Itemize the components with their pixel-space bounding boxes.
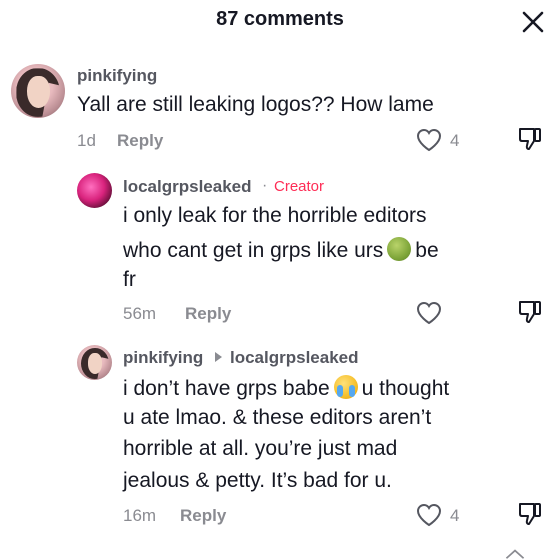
avatar[interactable]: [77, 173, 112, 208]
comment-text-line: fr: [123, 268, 136, 291]
dislike-icon[interactable]: [517, 126, 543, 152]
comments-header: 87 comments: [0, 0, 560, 42]
separator-dot: ·: [262, 177, 268, 194]
comment-timestamp: 56m: [123, 304, 157, 323]
crying-face-icon: [333, 375, 358, 399]
creator-badge: Creator: [274, 178, 325, 195]
reply-button[interactable]: Reply: [185, 304, 231, 324]
heart-icon[interactable]: [416, 128, 442, 152]
heart-icon[interactable]: [416, 301, 442, 325]
like-count: 4: [450, 506, 460, 525]
avatar[interactable]: [11, 64, 65, 118]
comment-text-line: i only leak for the horrible editors: [123, 204, 427, 227]
chevron-up-icon[interactable]: [502, 548, 528, 560]
reply-button[interactable]: Reply: [180, 506, 226, 526]
comment-username[interactable]: pinkifying: [123, 348, 203, 368]
dislike-icon[interactable]: [517, 501, 543, 527]
nauseated-face-icon: [387, 237, 412, 261]
comment-username[interactable]: localgrpsleaked: [123, 177, 252, 197]
comments-count-title: 87 comments: [216, 8, 344, 30]
comment-text-line: horrible at all. you’re just mad: [123, 437, 398, 460]
comment-text-line: u ate lmao. & these editors aren’t: [123, 406, 432, 429]
comment-text-line: who cant get in grps like urs be: [123, 237, 439, 262]
close-icon[interactable]: [520, 9, 546, 35]
comment-text-line: i don’t have grps babe u thought: [123, 375, 450, 400]
comment-username[interactable]: pinkifying: [77, 66, 157, 86]
comment-text-line: jealous & petty. It’s bad for u.: [123, 469, 392, 492]
reply-arrow-icon: [215, 352, 222, 362]
comment-timestamp: 1d: [77, 131, 96, 150]
heart-icon[interactable]: [416, 503, 442, 527]
comment-timestamp: 16m: [123, 506, 157, 525]
comment-text: Yall are still leaking logos?? How lame: [77, 93, 434, 116]
like-count: 4: [450, 131, 460, 150]
reply-button[interactable]: Reply: [117, 131, 163, 151]
dislike-icon[interactable]: [517, 299, 543, 325]
reply-to-username[interactable]: localgrpsleaked: [230, 348, 359, 368]
avatar[interactable]: [77, 345, 112, 380]
